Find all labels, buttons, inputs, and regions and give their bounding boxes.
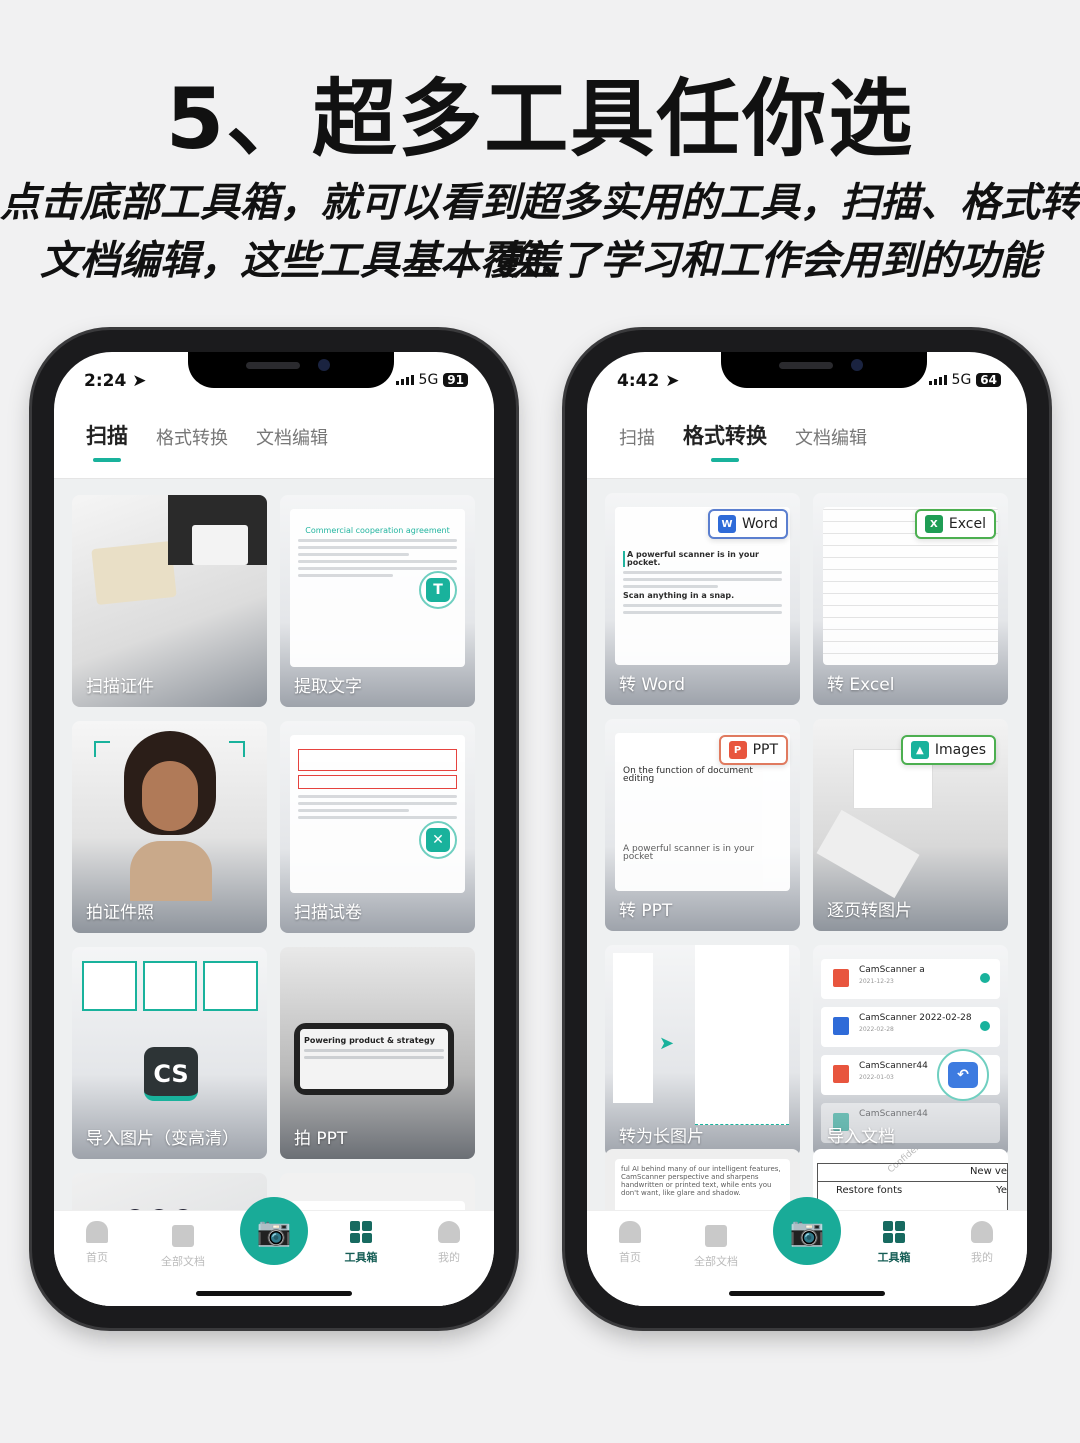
camera-plus-icon: 📷 [789,1214,825,1248]
home-indicator [729,1291,885,1296]
battery-icon: 91 [443,373,468,387]
pdf-icon [833,969,849,987]
notch [188,352,394,388]
location-icon: ➤ [665,371,680,391]
tool-card-import-image-hd[interactable]: CS 导入图片（变高清） [72,947,267,1159]
word-icon: W [718,515,737,533]
check-icon [980,1021,990,1031]
notch [721,352,927,388]
tab-scan[interactable]: 扫描 [619,424,655,462]
image-icon: ▲ [910,741,929,759]
document-icon [705,1225,727,1247]
tool-card-extract-text[interactable]: Commercial cooperation agreement T 提取文字 [280,495,475,707]
tab-doc-edit[interactable]: 文档编辑 [795,424,867,462]
arrow-right-icon: ➤ [659,1033,675,1054]
portrait-face [142,761,198,831]
home-indicator [196,1291,352,1296]
nav-home[interactable]: 首页 [595,1221,665,1265]
location-icon: ➤ [132,371,147,391]
signal-icon [395,375,414,385]
bottom-nav: 首页 全部文档 📷 工具箱 我的 [54,1197,494,1306]
screen: 4:42 ➤ 5G 64 扫描 格式转换 文档编辑 A powerful sca… [587,352,1027,1306]
nav-toolbox[interactable]: 工具箱 [326,1221,396,1265]
file-row: CamScanner a 2021-12-23 [821,959,1000,999]
tool-card-id-photo[interactable]: 拍证件照 [72,721,267,933]
screen: 2:24 ➤ 5G 91 扫描 格式转换 文档编辑 扫描证件 Commercia… [54,352,494,1306]
tool-card-to-excel[interactable]: X Excel 转 Excel [813,493,1008,705]
home-icon [86,1221,108,1243]
check-icon [980,973,990,983]
nav-toolbox[interactable]: 工具箱 [859,1221,929,1265]
phone-left: 2:24 ➤ 5G 91 扫描 格式转换 文档编辑 扫描证件 Commercia… [32,330,516,1328]
tool-card-scan-exam[interactable]: ✕ 扫描试卷 [280,721,475,933]
nav-me[interactable]: 我的 [414,1221,484,1265]
eraser-icon: ✕ [419,821,457,859]
tab-scan[interactable]: 扫描 [86,420,128,462]
status-time: 4:42 ➤ [617,371,680,391]
status-time: 2:24 ➤ [84,371,147,391]
grid-icon [350,1221,372,1243]
subtitle-line-2: 文档编辑，这些工具基本覆盖了学习和工作会用到的功能 [40,238,1040,284]
camera-plus-icon: 📷 [256,1214,292,1248]
ppt-icon [833,1065,849,1083]
excel-chip: X Excel [914,509,996,539]
word-chip: W Word [708,509,788,539]
user-icon [438,1221,460,1243]
tool-card-to-long-image[interactable]: ➤ 转为长图片 [605,945,800,1157]
tool-card-page-to-image[interactable]: ▲ Images 逐页转图片 [813,719,1008,931]
excel-icon: X [924,515,943,533]
ppt-chip: P PPT [718,735,788,765]
tool-card-to-ppt[interactable]: On the function of document editing A pow… [605,719,800,931]
tool-tabs: 扫描 格式转换 文档编辑 [619,420,867,462]
text-extract-icon: T [419,571,457,609]
camera-button[interactable]: 📷 [240,1197,308,1265]
home-icon [619,1221,641,1243]
tool-grid: 扫描证件 Commercial cooperation agreement T … [54,478,494,1306]
battery-icon: 64 [976,373,1001,387]
tab-doc-edit[interactable]: 文档编辑 [256,424,328,462]
tool-card-shoot-ppt[interactable]: Powering product & strategy 拍 PPT [280,947,475,1159]
status-indicators: 5G 64 [928,372,1001,388]
nav-all-docs[interactable]: 全部文档 [148,1225,218,1269]
tool-grid: A powerful scanner is in your pocket. Sca… [587,478,1027,1306]
phone-right: 4:42 ➤ 5G 64 扫描 格式转换 文档编辑 A powerful sca… [565,330,1049,1328]
nav-all-docs[interactable]: 全部文档 [681,1225,751,1269]
keyboard-image [816,809,920,899]
user-icon [971,1221,993,1243]
tool-card-import-doc[interactable]: CamScanner a 2021-12-23 CamScanner 2022-0… [813,945,1008,1157]
status-indicators: 5G 91 [395,372,468,388]
images-chip: ▲ Images [900,735,996,765]
camera-button[interactable]: 📷 [773,1197,841,1265]
nav-home[interactable]: 首页 [62,1221,132,1265]
grid-icon [883,1221,905,1243]
import-folder-icon: ↶ [937,1049,989,1101]
nav-me[interactable]: 我的 [947,1221,1017,1265]
camscanner-logo: CS [144,1047,198,1101]
tool-card-scan-id[interactable]: 扫描证件 [72,495,267,707]
id-card-image [91,540,177,606]
document-icon [172,1225,194,1247]
ppt-icon: P [728,741,747,759]
tool-card-to-word[interactable]: A powerful scanner is in your pocket. Sca… [605,493,800,705]
tab-format-convert[interactable]: 格式转换 [683,420,767,462]
headline: 5、超多工具任你选 [165,70,915,168]
tab-format-convert[interactable]: 格式转换 [156,424,228,462]
signal-icon [928,375,947,385]
word-icon [833,1017,849,1035]
tool-tabs: 扫描 格式转换 文档编辑 [86,420,328,462]
file-row: CamScanner 2022-02-28 2022-02-28 [821,1007,1000,1047]
bottom-nav: 首页 全部文档 📷 工具箱 我的 [587,1197,1027,1306]
